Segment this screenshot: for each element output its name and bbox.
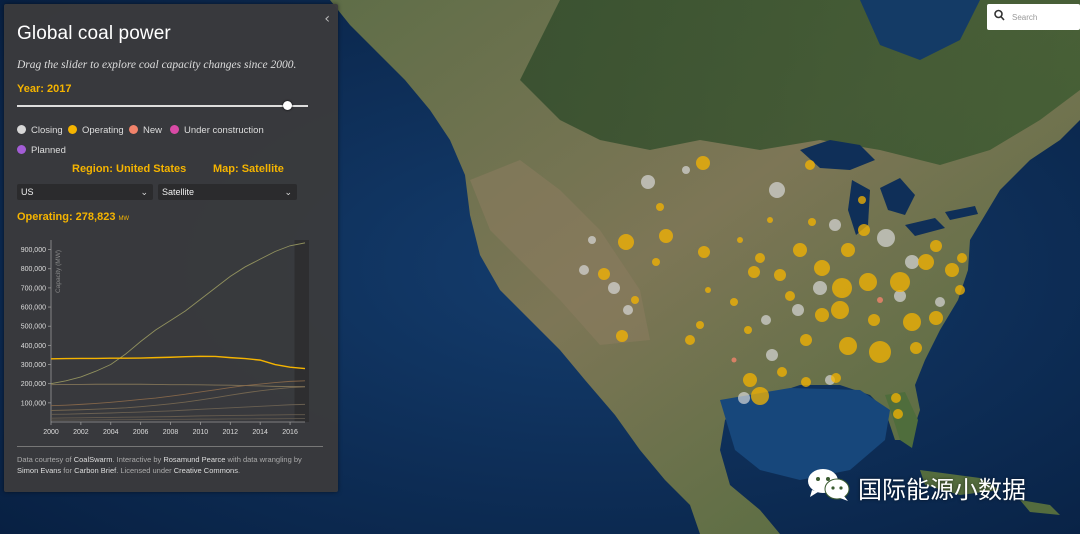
panel-title: Global coal power bbox=[17, 23, 171, 44]
simon-evans-link[interactable]: Simon Evans bbox=[17, 466, 61, 475]
map-select[interactable]: Satellite ⌄ bbox=[158, 184, 297, 200]
watermark-text: 国际能源小数据 bbox=[858, 476, 1026, 504]
x-tick-label: 2014 bbox=[252, 429, 268, 436]
y-tick-label: 500,000 bbox=[21, 324, 46, 331]
x-tick-label: 2006 bbox=[133, 429, 149, 436]
x-tick-label: 2000 bbox=[43, 429, 59, 436]
watermark: 国际能源小数据 bbox=[806, 467, 1026, 504]
x-tick-label: 2012 bbox=[223, 429, 239, 436]
region-header: Region: United States bbox=[72, 163, 187, 175]
control-panel: ‹ Global coal power Drag the slider to e… bbox=[4, 4, 338, 492]
y-axis-label: Capacity (MW) bbox=[55, 250, 62, 293]
year-slider-handle[interactable] bbox=[283, 101, 292, 110]
capacity-chart: 100,000 200,000 300,000 400,000 500,000 600,0… bbox=[21, 240, 309, 436]
under-construction-dot-icon bbox=[170, 125, 179, 134]
operating-value: Operating: 278,823 bbox=[17, 211, 116, 223]
y-tick-label: 100,000 bbox=[21, 400, 46, 407]
legend-label: Closing bbox=[31, 125, 63, 136]
chevron-down-icon: ⌄ bbox=[140, 187, 148, 197]
year-label: Year: 2017 bbox=[17, 83, 72, 95]
y-tick-label: 800,000 bbox=[21, 266, 46, 273]
series-line-2 bbox=[50, 383, 305, 388]
search-icon[interactable] bbox=[994, 9, 1005, 23]
planned-dot-icon bbox=[17, 145, 26, 154]
rosamund-pearce-link[interactable]: Rosamund Pearce bbox=[163, 455, 225, 464]
operating-total: Operating: 278,823 MW bbox=[17, 211, 129, 223]
creative-commons-link[interactable]: Creative Commons bbox=[174, 466, 238, 475]
x-tick-label: 2002 bbox=[73, 429, 89, 436]
x-tick-label: 2004 bbox=[103, 429, 119, 436]
y-tick-label: 300,000 bbox=[21, 362, 46, 369]
region-select-value: US bbox=[21, 187, 34, 197]
y-tick-label: 600,000 bbox=[21, 305, 46, 312]
search-input[interactable] bbox=[1012, 9, 1074, 25]
chevron-down-icon: ⌄ bbox=[284, 187, 292, 197]
carbon-brief-link[interactable]: Carbon Brief bbox=[74, 466, 116, 475]
legend-item-operating[interactable]: Operating bbox=[68, 125, 124, 136]
closing-dot-icon bbox=[17, 125, 26, 134]
y-tick-label: 400,000 bbox=[21, 343, 46, 350]
series-line-1 bbox=[50, 355, 306, 370]
search-box[interactable] bbox=[987, 4, 1080, 30]
x-tick-label: 2008 bbox=[163, 429, 179, 436]
legend-item-closing[interactable]: Closing bbox=[17, 125, 63, 136]
legend-label: New bbox=[143, 125, 163, 136]
year-slider-track[interactable] bbox=[17, 105, 308, 107]
collapse-panel-button[interactable]: ‹ bbox=[324, 11, 330, 27]
legend-label: Operating bbox=[82, 125, 124, 136]
legend-item-new[interactable]: New bbox=[129, 125, 162, 136]
y-tick-label: 700,000 bbox=[21, 285, 46, 292]
current-year-band bbox=[294, 240, 309, 422]
coalswarm-link[interactable]: CoalSwarm bbox=[74, 455, 113, 464]
chevron-left-icon: ‹ bbox=[324, 11, 330, 27]
divider bbox=[17, 446, 323, 447]
region-select[interactable]: US ⌄ bbox=[17, 184, 153, 200]
legend-item-planned[interactable]: Planned bbox=[17, 145, 66, 156]
map-header: Map: Satellite bbox=[213, 163, 284, 175]
y-tick-label: 200,000 bbox=[21, 381, 46, 388]
x-tick-label: 2016 bbox=[282, 429, 298, 436]
panel-subtitle: Drag the slider to explore coal capacity… bbox=[17, 59, 297, 71]
legend-item-under-construction[interactable]: Under construction bbox=[170, 125, 264, 136]
y-tick-label: 900,000 bbox=[21, 247, 46, 254]
legend-label: Under construction bbox=[184, 125, 264, 136]
new-dot-icon bbox=[129, 125, 138, 134]
series-line-7 bbox=[51, 418, 305, 421]
operating-unit: MW bbox=[118, 216, 130, 222]
credits: Data courtesy of CoalSwarm. Interactive … bbox=[17, 455, 302, 475]
legend-label: Planned bbox=[31, 145, 66, 156]
series-line-6 bbox=[50, 414, 305, 419]
x-tick-label: 2010 bbox=[193, 429, 209, 436]
operating-dot-icon bbox=[68, 125, 77, 134]
wechat-icon bbox=[808, 469, 850, 501]
series-line-4 bbox=[50, 386, 306, 411]
map-select-value: Satellite bbox=[162, 187, 195, 197]
